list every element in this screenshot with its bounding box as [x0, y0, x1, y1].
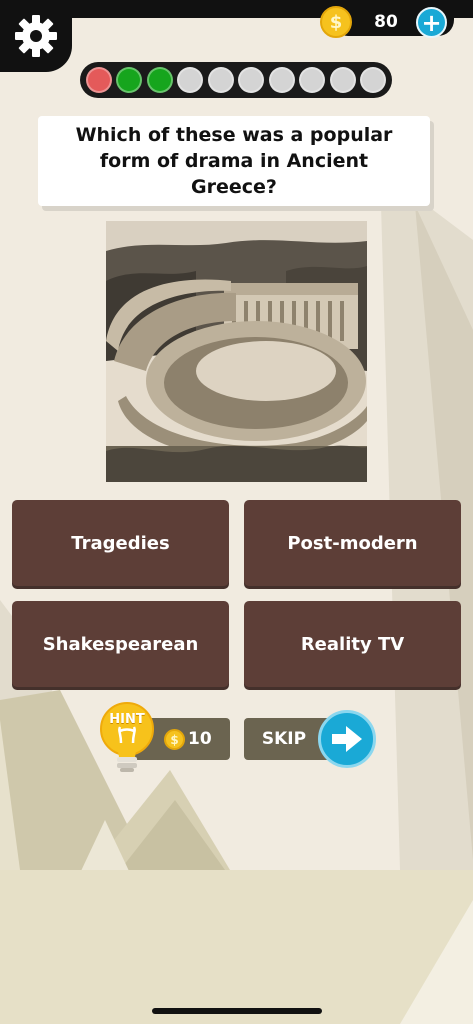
coin-count: 80 [374, 12, 398, 32]
progress-dot [359, 67, 386, 93]
answer-label: Shakespearean [42, 633, 199, 655]
progress-dot [329, 67, 356, 93]
plus-icon: + [421, 8, 442, 37]
progress-dot [146, 67, 173, 93]
arrow-right-icon [332, 726, 362, 752]
answer-button-tragedies[interactable]: Tragedies [12, 500, 229, 586]
question-picture [106, 221, 367, 482]
progress-dot [177, 67, 204, 93]
hint-coin-symbol: $ [170, 732, 179, 747]
coin-symbol: $ [329, 11, 343, 33]
answer-label: Post-modern [287, 532, 418, 554]
home-indicator [152, 1008, 322, 1014]
greek-theatre-illustration [106, 221, 367, 482]
answer-button-post-modern[interactable]: Post-modern [244, 500, 461, 586]
answer-label: Tragedies [71, 532, 170, 554]
answer-button-reality-tv[interactable]: Reality TV [244, 601, 461, 687]
progress-dot [86, 67, 112, 93]
coin-icon: $ [320, 6, 352, 38]
hint-coin-icon: $ [164, 729, 185, 750]
progress-dot [116, 67, 143, 93]
question-progress [80, 62, 392, 98]
progress-dot [299, 67, 326, 93]
add-coins-button[interactable]: + [416, 7, 447, 38]
hint-label: HINT [109, 712, 145, 727]
progress-dot [268, 67, 295, 93]
gear-icon [15, 15, 57, 57]
question-text: Which of these was a popular form of dra… [75, 124, 393, 198]
progress-dot [238, 67, 265, 93]
question-card: Which of these was a popular form of dra… [38, 116, 430, 206]
skip-arrow-button[interactable] [318, 710, 376, 768]
answer-label: Reality TV [300, 633, 405, 655]
hint-cost: 10 [188, 729, 212, 749]
skip-label: SKIP [261, 729, 307, 749]
progress-dot [207, 67, 234, 93]
answer-button-shakespearean[interactable]: Shakespearean [12, 601, 229, 687]
settings-button[interactable] [0, 0, 72, 72]
